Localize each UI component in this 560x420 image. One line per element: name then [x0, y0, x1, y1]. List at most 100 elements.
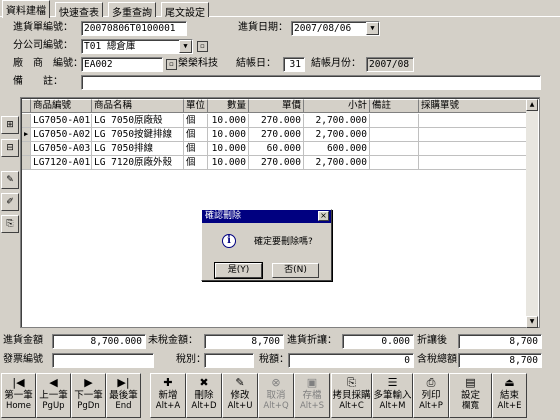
grid-cell[interactable]: 個	[184, 142, 208, 156]
grid-cell[interactable]: 10.000	[208, 142, 249, 156]
toolbar-label: 修改	[230, 390, 250, 401]
note-field[interactable]	[81, 75, 541, 90]
branch-lookup-icon[interactable]: ▫	[197, 41, 208, 52]
row-indicator[interactable]	[22, 142, 31, 156]
chevron-down-icon[interactable]: ▼	[179, 40, 192, 53]
close-day-field[interactable]: 31	[283, 57, 305, 72]
toolbar-button[interactable]: ▶| 最後筆 End	[106, 373, 141, 418]
col-header[interactable]: 商品名稱	[92, 99, 184, 113]
toolbar-button[interactable]: ◀ 上一筆 PgUp	[36, 373, 71, 418]
scroll-up-icon[interactable]: ▲	[526, 99, 538, 111]
note-edit-icon[interactable]: ✎	[1, 171, 19, 189]
toolbar-button[interactable]: ▤ 設定 欄寬	[449, 373, 492, 418]
grid-cell[interactable]: 2,700.000	[304, 128, 370, 142]
close-icon[interactable]: ×	[318, 211, 329, 221]
note-label: 備 註：	[13, 76, 63, 87]
col-header[interactable]: 小計	[304, 99, 370, 113]
tab-data-entry[interactable]: 資料建檔	[2, 0, 50, 18]
grid-cell[interactable]: LG 7050按鍵排線	[92, 128, 184, 142]
toolbar-label: 最後筆	[109, 390, 138, 401]
grid-cell[interactable]: 600.000	[304, 142, 370, 156]
col-header[interactable]: 數量	[208, 99, 249, 113]
branch-select[interactable]: T01 總倉庫 ▼	[81, 39, 193, 54]
total-field: 8,700	[458, 353, 542, 368]
toolbar-icon: |◀	[12, 376, 25, 389]
toolbar-shortcut: Home	[5, 401, 32, 411]
grid-cell[interactable]	[419, 128, 527, 142]
discount-field[interactable]: 0.000	[342, 334, 414, 349]
invoice-field[interactable]	[52, 353, 154, 368]
insert-row-icon[interactable]: ⊞	[1, 116, 19, 134]
close-day-label: 結帳日：	[236, 58, 276, 69]
tab-multi-query[interactable]: 多重查詢	[108, 2, 156, 19]
toolbar-button[interactable]: ⎙ 列印 Alt+P	[413, 373, 449, 418]
row-indicator[interactable]	[22, 156, 31, 170]
date-label: 進貨日期：	[238, 22, 288, 33]
grid-cell[interactable]: 個	[184, 128, 208, 142]
toolbar-button[interactable]: ⊗ 取消 Alt+Q	[258, 373, 294, 418]
grid-cell[interactable]: 270.000	[249, 128, 304, 142]
toolbar-label: 下一筆	[74, 390, 103, 401]
grid-cell[interactable]: LG 7050排線	[92, 142, 184, 156]
yes-button[interactable]: 是(Y)	[214, 262, 263, 279]
col-header[interactable]: 商品編號	[31, 99, 92, 113]
grid-cell[interactable]	[370, 142, 419, 156]
toolbar-button[interactable]: ✎ 修改 Alt+U	[222, 373, 258, 418]
grid-cell[interactable]	[370, 156, 419, 170]
toolbar-button[interactable]: ⎘ 拷貝採購 Alt+C	[331, 373, 372, 418]
toolbar-button[interactable]: ☰ 多筆輸入 Alt+M	[372, 373, 413, 418]
row-indicator[interactable]	[22, 114, 31, 128]
row-indicator[interactable]: ▶	[22, 128, 31, 142]
grid-cell[interactable]	[419, 156, 527, 170]
grid-cell[interactable]	[419, 114, 527, 128]
copy-row-icon[interactable]: ⎘	[1, 215, 19, 233]
vendor-code-field[interactable]: EA002	[81, 57, 163, 72]
grid-cell[interactable]	[419, 142, 527, 156]
tax-type-field[interactable]	[204, 353, 254, 368]
order-no-field[interactable]: 20070806T0100001	[81, 21, 187, 36]
toolbar-icon: ▤	[465, 376, 476, 389]
grid-cell[interactable]: 2,700.000	[304, 156, 370, 170]
delete-row-icon[interactable]: ⊟	[1, 139, 19, 157]
grid-cell[interactable]: 10.000	[208, 114, 249, 128]
grid-cell[interactable]	[370, 128, 419, 142]
chevron-down-icon[interactable]: ▼	[366, 22, 379, 35]
tab-quick-view[interactable]: 快速查表	[55, 2, 103, 19]
grid-cell[interactable]: LG7050-A02	[31, 128, 92, 142]
toolbar-button[interactable]: ⏏ 結束 Alt+E	[492, 373, 527, 418]
toolbar-shortcut: Alt+E	[497, 401, 522, 411]
tab-footer-settings[interactable]: 尾文設定	[161, 2, 209, 19]
grid-cell[interactable]	[370, 114, 419, 128]
grid-cell[interactable]: 2,700.000	[304, 114, 370, 128]
col-header[interactable]: 單位	[184, 99, 208, 113]
col-header[interactable]: 備註	[370, 99, 419, 113]
col-header[interactable]: 單價	[249, 99, 304, 113]
amount-label: 進貨金額	[3, 335, 43, 346]
toolbar-shortcut: PgDn	[77, 401, 100, 411]
grid-cell[interactable]: LG7050-A01	[31, 114, 92, 128]
vertical-scrollbar[interactable]: ▲ ▼	[526, 99, 538, 328]
grid-cell[interactable]: LG 7120原廠外殼	[92, 156, 184, 170]
grid-cell[interactable]: LG7120-A01	[31, 156, 92, 170]
toolbar-button[interactable]: ▶ 下一筆 PgDn	[71, 373, 106, 418]
scroll-down-icon[interactable]: ▼	[526, 316, 538, 328]
grid-cell[interactable]: 270.000	[249, 156, 304, 170]
toolbar-button[interactable]: ✖ 刪除 Alt+D	[186, 373, 222, 418]
vendor-lookup-icon[interactable]: ▫	[166, 59, 177, 70]
toolbar-button[interactable]: |◀ 第一筆 Home	[1, 373, 36, 418]
grid-cell[interactable]: LG 7050原廠殼	[92, 114, 184, 128]
grid-cell[interactable]: 60.000	[249, 142, 304, 156]
toolbar-button[interactable]: ▣ 存檔 Alt+S	[294, 373, 330, 418]
amount-field: 8,700.000	[52, 334, 146, 349]
grid-cell[interactable]: 10.000	[208, 128, 249, 142]
toolbar-button[interactable]: ✚ 新增 Alt+A	[150, 373, 186, 418]
grid-cell[interactable]: 10.000	[208, 156, 249, 170]
grid-cell[interactable]: LG7050-A03	[31, 142, 92, 156]
date-field[interactable]: 2007/08/06 ▼	[291, 21, 380, 36]
col-header[interactable]: 採購單號	[419, 99, 527, 113]
grid-cell[interactable]: 個	[184, 114, 208, 128]
no-button[interactable]: 否(N)	[272, 263, 319, 278]
grid-cell[interactable]: 個	[184, 156, 208, 170]
edit-row-icon[interactable]: ✐	[1, 193, 19, 211]
grid-cell[interactable]: 270.000	[249, 114, 304, 128]
